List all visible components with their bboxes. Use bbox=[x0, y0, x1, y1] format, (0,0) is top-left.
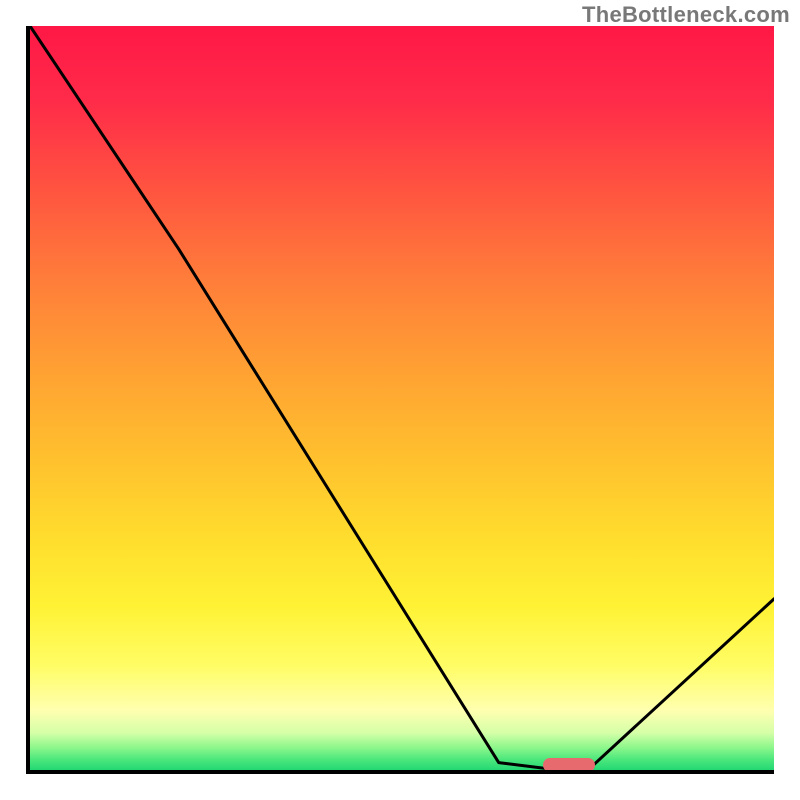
watermark-text: TheBottleneck.com bbox=[582, 2, 790, 28]
bottleneck-curve bbox=[30, 26, 774, 770]
plot-area bbox=[26, 26, 774, 774]
chart-container: TheBottleneck.com bbox=[0, 0, 800, 800]
optimal-range-marker bbox=[543, 758, 595, 772]
